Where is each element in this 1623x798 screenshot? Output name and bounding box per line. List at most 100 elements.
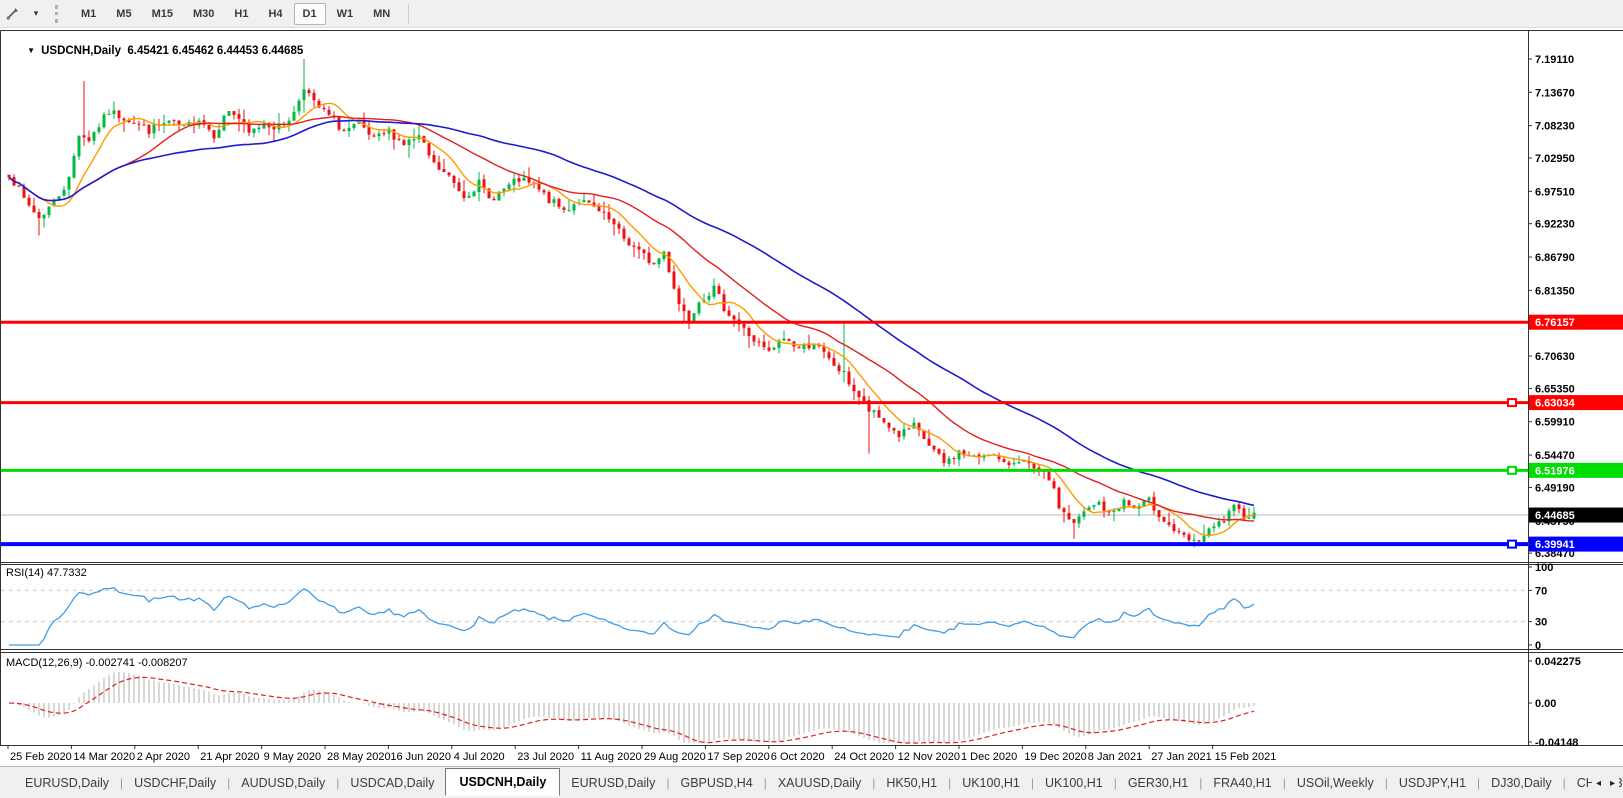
macd-signal-line [8, 676, 1255, 744]
chart-tab-USDCHF-Daily[interactable]: USDCHF,Daily [123, 770, 227, 796]
price-tick-label: 6.70630 [1535, 351, 1575, 363]
rsi-pane[interactable]: 100 70 30 0 [0, 563, 1623, 651]
chart-window: ▼ USDCNH,Daily 6.45421 6.45462 6.44453 6.… [0, 28, 1623, 766]
date-tick-label: 24 Oct 2020 [834, 751, 894, 763]
line-handle[interactable] [1507, 539, 1517, 549]
current-price-badge-text: 6.44685 [1535, 510, 1575, 522]
chart-tab-EURUSD-Daily[interactable]: EURUSD,Daily [560, 770, 666, 796]
pointer-tool-icon[interactable] [1, 2, 23, 26]
rsi-axis-label: 70 [1535, 585, 1547, 597]
trading-app-window: ▾ M1 M5 M15 M30 H1 H4 D1 W1 MN ▼ USDCNH,Daily 6.4… [0, 0, 1623, 798]
chart-tab-USDJPY-H1[interactable]: USDJPY,H1 [1388, 770, 1477, 796]
chart-title: ▼ USDCNH,Daily 6.45421 6.45462 6.44453 6.… [8, 33, 303, 69]
date-tick-label: 25 Feb 2020 [10, 751, 72, 763]
tab-scroll-right-icon[interactable]: ▸ [1610, 778, 1615, 789]
timeframe-button-H4[interactable]: H4 [259, 3, 291, 25]
timeframe-button-M30[interactable]: M30 [184, 3, 223, 25]
chart-tab-USDCAD-Daily[interactable]: USDCAD,Daily [339, 770, 445, 796]
price-tick-label: 6.59910 [1535, 417, 1575, 429]
price-tick-label: 6.92230 [1535, 219, 1575, 231]
chart-tab-DJ30-Daily[interactable]: DJ30,Daily [1480, 770, 1562, 796]
chart-tab-UK100-H1[interactable]: UK100,H1 [951, 770, 1031, 796]
price-tick-label: 6.81350 [1535, 285, 1575, 297]
price-tick-label: 6.65350 [1535, 383, 1575, 395]
date-tick-label: 11 Aug 2020 [581, 751, 642, 763]
horizontal-line-object[interactable]: 6.63034 [1, 395, 1623, 411]
tab-scroll-controls: ◂ ▸ [1591, 767, 1619, 798]
price-tick-label: 6.86790 [1535, 252, 1575, 264]
macd-histogram [13, 672, 1255, 743]
date-tick-label: 16 Jun 2020 [390, 751, 451, 763]
price-level-badge-text: 6.63034 [1535, 398, 1576, 410]
chart-tab-XAUUSD-Daily[interactable]: XAUUSD,Daily [767, 770, 872, 796]
date-tick-label: 27 Jan 2021 [1151, 751, 1212, 763]
date-tick-label: 6 Oct 2020 [771, 751, 825, 763]
date-tick-label: 23 Jul 2020 [517, 751, 574, 763]
horizontal-line-object[interactable]: 6.39941 [1, 536, 1623, 552]
price-axis[interactable]: 7.19110 7.13670 7.08230 7.02950 6.97510 6.922… [1528, 54, 1575, 560]
timeframe-button-M5[interactable]: M5 [107, 3, 140, 25]
price-level-badge-text: 6.39941 [1535, 539, 1575, 551]
chart-tab-HK50-H1[interactable]: HK50,H1 [875, 770, 948, 796]
ma-mid-line [8, 115, 1255, 522]
ma-slow-line [8, 119, 1255, 507]
chart-tabs-bar: EURUSD,Daily | USDCHF,Daily | AUDUSD,Daily | U… [0, 766, 1623, 798]
timeframe-button-M15[interactable]: M15 [143, 3, 182, 25]
horizontal-line-object[interactable]: 6.76157 [1, 314, 1623, 330]
macd-pane[interactable]: 0.042275 0.00 -0.04148 [0, 651, 1623, 746]
macd-indicator-label: MACD(12,26,9) -0.002741 -0.008207 [6, 657, 188, 669]
date-tick-label: 29 Aug 2020 [644, 751, 706, 763]
timeframe-button-M1[interactable]: M1 [72, 3, 105, 25]
timeframe-button-D1[interactable]: D1 [293, 2, 326, 25]
date-tick-label: 14 Mar 2020 [73, 751, 135, 763]
chart-tab-GBPUSD-H4[interactable]: GBPUSD,H4 [669, 770, 763, 796]
date-tick-label: 9 May 2020 [264, 751, 321, 763]
date-tick-label: 21 Apr 2020 [200, 751, 259, 763]
chart-tab-EURUSD-Daily[interactable]: EURUSD,Daily [14, 770, 120, 796]
collapse-chart-icon[interactable]: ▼ [27, 46, 35, 55]
chart-tab-UK100-H1[interactable]: UK100,H1 [1034, 770, 1114, 796]
price-level-badge-text: 6.76157 [1535, 317, 1575, 329]
tab-scroll-left-icon[interactable]: ◂ [1596, 778, 1601, 789]
main-chart-pane[interactable]: 7.19110 7.13670 7.08230 7.02950 6.97510 6.922… [0, 28, 1623, 563]
line-handle[interactable] [1507, 398, 1517, 408]
toolbar-grip-handle[interactable] [55, 4, 62, 23]
rsi-axis-label: 100 [1535, 563, 1553, 574]
timeframe-button-H1[interactable]: H1 [225, 3, 257, 25]
date-tick-label: 2 Apr 2020 [137, 751, 190, 763]
date-tick-label: 12 Nov 2020 [898, 751, 960, 763]
date-tick-label: 28 May 2020 [327, 751, 391, 763]
date-tick-label: 1 Dec 2020 [961, 751, 1017, 763]
price-tick-label: 6.97510 [1535, 186, 1575, 198]
horizontal-line-object[interactable]: 6.51976 [1, 462, 1623, 478]
date-tick-label: 15 Feb 2021 [1215, 751, 1277, 763]
chart-tab-GER30-H1[interactable]: GER30,H1 [1117, 770, 1199, 796]
date-axis: 25 Feb 2020 14 Mar 2020 2 Apr 2020 21 Apr 2… [7, 746, 1277, 763]
chart-tab-USOil-Weekly[interactable]: USOil,Weekly [1286, 770, 1385, 796]
chart-symbol-label: USDCNH,Daily [41, 45, 121, 57]
price-tick-label: 7.13670 [1535, 87, 1575, 99]
rsi-line [9, 587, 1255, 646]
timeframe-toolbar: ▾ M1 M5 M15 M30 H1 H4 D1 W1 MN [0, 0, 1623, 28]
timeframe-button-W1[interactable]: W1 [328, 3, 363, 25]
macd-axis-label: 0.042275 [1535, 656, 1581, 668]
date-tick-label: 17 Sep 2020 [707, 751, 769, 763]
timeframe-button-MN[interactable]: MN [364, 3, 399, 25]
date-tick-label: 4 Jul 2020 [454, 751, 505, 763]
date-tick-label: 8 Jan 2021 [1088, 751, 1142, 763]
chart-ohlc-values: 6.45421 6.45462 6.44453 6.44685 [127, 45, 304, 57]
price-tick-label: 7.02950 [1535, 153, 1575, 165]
price-tick-label: 7.08230 [1535, 121, 1575, 133]
rsi-indicator-label: RSI(14) 47.7332 [6, 567, 87, 579]
rsi-axis-label: 0 [1535, 640, 1541, 651]
toolbar-separator [408, 3, 410, 24]
line-handle[interactable] [1507, 465, 1517, 475]
candlesticks [7, 59, 1256, 548]
chevron-down-icon: ▾ [33, 8, 39, 18]
price-tick-label: 6.54470 [1535, 450, 1575, 462]
chart-tab-USDCNH-Daily[interactable]: USDCNH,Daily [445, 767, 561, 796]
tool-dropdown-caret[interactable]: ▾ [25, 2, 47, 26]
price-tick-label: 7.19110 [1535, 54, 1574, 66]
chart-tab-FRA40-H1[interactable]: FRA40,H1 [1202, 770, 1282, 796]
chart-tab-AUDUSD-Daily[interactable]: AUDUSD,Daily [230, 770, 336, 796]
